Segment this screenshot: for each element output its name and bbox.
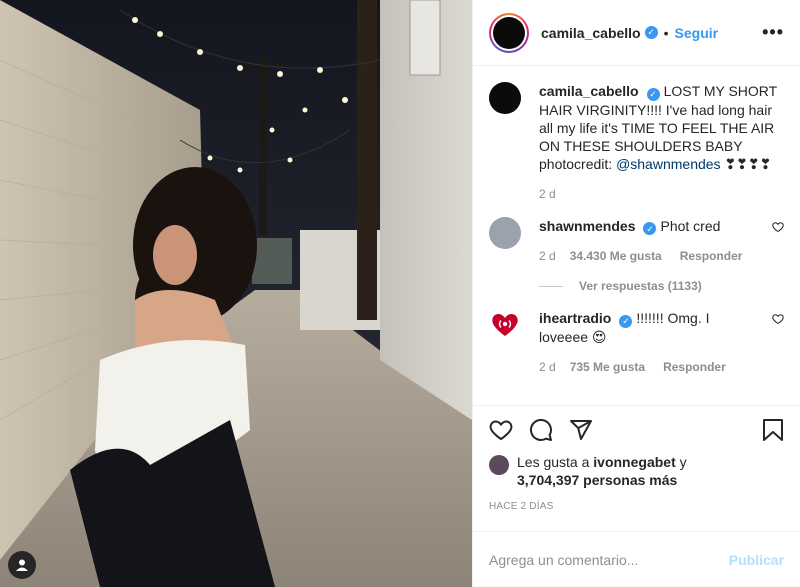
post-header: camila_cabello ✓ • Seguir •••	[473, 0, 800, 66]
comment-input[interactable]	[489, 551, 729, 568]
bookmark-icon[interactable]	[762, 418, 784, 442]
comment-time[interactable]: 2 d	[539, 247, 556, 265]
post-sidebar: camila_cabello ✓ • Seguir ••• camila_cab…	[472, 0, 800, 587]
replies-divider	[539, 285, 563, 287]
comment-like-heart-icon[interactable]	[772, 313, 784, 325]
comment-icon[interactable]	[529, 418, 553, 442]
caption-username[interactable]: camila_cabello	[539, 83, 639, 99]
caption: camila_cabello ✓ LOST MY SHORT HAIR VIRGIN…	[489, 80, 784, 203]
comment-likes[interactable]: 735 Me gusta	[570, 358, 645, 376]
likes-summary: Les gusta a ivonnegabet y 3,704,397 pers…	[473, 453, 800, 493]
action-bar	[473, 405, 800, 453]
commenter-avatar[interactable]	[489, 216, 521, 249]
likes-middle: y	[675, 454, 687, 470]
user-tag-icon[interactable]	[8, 551, 36, 579]
comment-item: iheartradio ✓!!!!!!! Omg. I loveeee 😍 2 d…	[489, 309, 784, 376]
comments-list[interactable]: camila_cabello ✓ LOST MY SHORT HAIR VIRGIN…	[473, 66, 800, 405]
photo-illustration	[0, 0, 472, 587]
comment-like-heart-icon[interactable]	[772, 221, 784, 233]
view-replies-label: Ver respuestas (1133)	[579, 279, 702, 293]
comment-username[interactable]: shawnmendes	[539, 218, 635, 234]
share-icon[interactable]	[569, 418, 593, 442]
iheartradio-logo-icon[interactable]	[489, 309, 521, 341]
instagram-post: camila_cabello ✓ • Seguir ••• camila_cab…	[0, 0, 800, 587]
caption-mention[interactable]: @shawnmendes	[616, 156, 721, 172]
comment-text: Phot cred	[660, 217, 721, 234]
comment-item: shawnmendes ✓ Phot cred 2 d 34.430 Me gust…	[489, 216, 784, 266]
reply-button[interactable]: Responder	[680, 247, 743, 265]
verified-badge-icon: ✓	[646, 87, 660, 101]
caption-avatar[interactable]	[489, 80, 521, 116]
liker-username[interactable]: ivonnegabet	[593, 454, 675, 470]
comment-likes[interactable]: 34.430 Me gusta	[570, 247, 662, 265]
more-options-icon[interactable]: •••	[762, 22, 784, 43]
post-photo[interactable]	[0, 0, 472, 587]
comment-username[interactable]: iheartradio	[539, 310, 611, 326]
view-replies-button[interactable]: Ver respuestas (1133)	[539, 279, 784, 293]
verified-badge-icon: ✓	[644, 26, 658, 39]
likes-prefix: Les gusta a	[517, 454, 594, 470]
header-separator: •	[663, 24, 669, 41]
comment-time[interactable]: 2 d	[539, 358, 556, 376]
verified-badge-icon: ✓	[643, 222, 657, 235]
reply-button[interactable]: Responder	[663, 358, 726, 376]
heart-icon[interactable]	[489, 418, 513, 442]
liker-avatar[interactable]	[489, 455, 509, 475]
publish-button[interactable]: Publicar	[729, 552, 784, 568]
caption-time[interactable]: 2 d	[539, 185, 556, 203]
likes-count[interactable]: 3,704,397 personas más	[517, 472, 677, 488]
comment-composer: Publicar	[473, 531, 800, 587]
verified-badge-icon: ✓	[619, 314, 633, 328]
post-timestamp[interactable]: HACE 2 DÍAS	[473, 493, 800, 531]
follow-button[interactable]: Seguir	[675, 25, 719, 41]
caption-emoji: ❣❣❣❣	[724, 155, 772, 172]
author-avatar[interactable]	[489, 12, 529, 53]
author-username[interactable]: camila_cabello	[541, 25, 641, 41]
